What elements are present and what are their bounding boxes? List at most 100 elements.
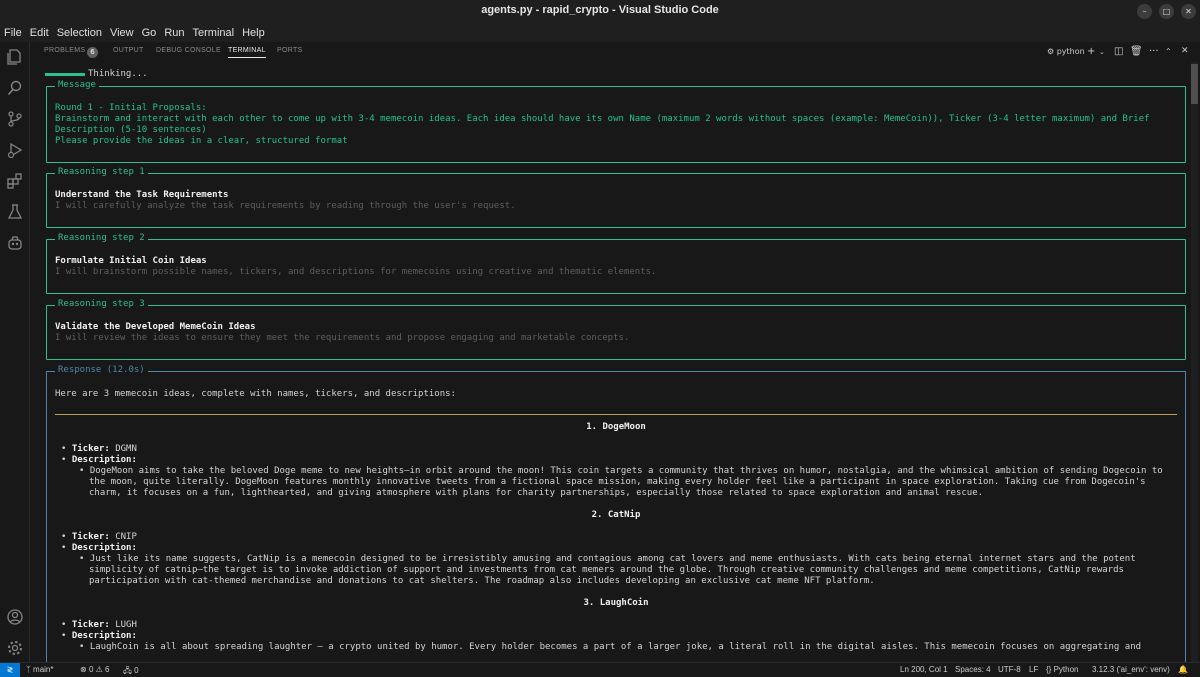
- menu-run[interactable]: Run: [164, 27, 184, 39]
- menu-terminal[interactable]: Terminal: [193, 27, 235, 39]
- window-title: agents.py - rapid_crypto - Visual Studio…: [481, 4, 719, 16]
- description-line: • Just like its name suggests, CatNip is…: [79, 554, 1136, 564]
- list-item: • Ticker: DGMN: [61, 444, 137, 454]
- tab-output[interactable]: OUTPUT: [113, 47, 144, 54]
- description-line: charm, it focuses on a fun, lighthearted…: [89, 488, 984, 498]
- description-line: • DogeMoon aims to take the beloved Doge…: [79, 466, 1163, 476]
- testing-icon[interactable]: [6, 203, 24, 221]
- source-control-icon[interactable]: [6, 110, 24, 128]
- explorer-icon[interactable]: [6, 48, 24, 66]
- description-line: simplicity of catnip—the target is to in…: [89, 565, 1124, 575]
- menu-view[interactable]: View: [110, 27, 134, 39]
- remote-indicator-icon[interactable]: ≷: [0, 663, 20, 677]
- status-bar: ≷ ᛉ main* ⊗ 0 ⚠ 6 🖧 0 Ln 200, Col 1 Spac…: [0, 662, 1200, 677]
- terminal-profile-label: python: [1056, 47, 1085, 56]
- terminal-profile-icon[interactable]: ⚙ python: [1047, 47, 1085, 56]
- coin-ticker: DGMN: [115, 444, 137, 454]
- branch-status[interactable]: ᛉ main*: [26, 665, 53, 674]
- problems-count-badge: 6: [87, 47, 98, 58]
- menu-help[interactable]: Help: [242, 27, 265, 39]
- description-text: LaughCoin is all about spreading laughte…: [89, 642, 1142, 652]
- list-item: • Description:: [61, 631, 137, 641]
- settings-gear-icon[interactable]: [6, 639, 24, 657]
- language-mode[interactable]: {} Python: [1046, 665, 1078, 674]
- tab-terminal[interactable]: TERMINAL: [228, 47, 266, 58]
- reasoning-step-panel: Reasoning step 3 Validate the Developed …: [46, 299, 1186, 360]
- extensions-icon[interactable]: [6, 172, 24, 190]
- search-icon[interactable]: [6, 79, 24, 97]
- reasoning-step-detail: I will brainstorm possible names, ticker…: [55, 267, 657, 277]
- problems-status[interactable]: ⊗ 0 ⚠ 6: [80, 665, 109, 674]
- list-item: • Description:: [61, 455, 137, 465]
- split-terminal-icon[interactable]: ◫: [1114, 46, 1123, 57]
- reasoning-step-title: Reasoning step 3: [55, 299, 148, 310]
- tab-debug-console[interactable]: DEBUG CONSOLE: [156, 47, 221, 54]
- thinking-text: Thinking...: [88, 69, 148, 79]
- tab-ports[interactable]: PORTS: [277, 47, 303, 54]
- menu-edit[interactable]: Edit: [30, 27, 49, 39]
- reasoning-step-heading: Formulate Initial Coin Ideas: [55, 256, 207, 266]
- run-debug-icon[interactable]: [6, 141, 24, 159]
- reasoning-step-title: Reasoning step 1: [55, 167, 148, 178]
- list-item: • Description:: [61, 543, 137, 553]
- terminal-scrollbar[interactable]: [1191, 62, 1198, 662]
- close-button[interactable]: ✕: [1181, 4, 1196, 19]
- message-line: Brainstorm and interact with each other …: [55, 114, 1150, 124]
- more-actions-icon[interactable]: ···: [1149, 46, 1159, 57]
- ports-count: 0: [134, 666, 139, 675]
- coin-ticker: LUGH: [115, 620, 137, 630]
- minimize-button[interactable]: –: [1137, 4, 1152, 19]
- chevron-down-icon[interactable]: ⌄: [1099, 48, 1105, 56]
- new-terminal-icon[interactable]: +: [1087, 46, 1095, 57]
- ticker-label: Ticker:: [71, 620, 110, 630]
- reasoning-step-heading: Understand the Task Requirements: [55, 190, 229, 200]
- close-panel-icon[interactable]: ✕: [1181, 46, 1189, 56]
- encoding-status[interactable]: UTF-8: [998, 665, 1021, 674]
- list-item: • Ticker: CNIP: [61, 532, 137, 542]
- menu-selection[interactable]: Selection: [57, 27, 102, 39]
- coin-ticker: CNIP: [115, 532, 137, 542]
- response-intro: Here are 3 memecoin ideas, complete with…: [55, 389, 456, 399]
- ports-status[interactable]: 🖧 0: [123, 665, 139, 677]
- copilot-icon[interactable]: [6, 234, 24, 252]
- account-icon[interactable]: [6, 608, 24, 626]
- terminal[interactable]: Thinking... Message Round 1 - Initial Pr…: [30, 62, 1190, 671]
- python-interpreter[interactable]: 3.12.3 ('ai_env': venv): [1092, 665, 1170, 674]
- ticker-label: Ticker:: [71, 444, 110, 454]
- title-bar: agents.py - rapid_crypto - Visual Studio…: [0, 0, 1200, 23]
- eol-status[interactable]: LF: [1029, 665, 1038, 674]
- menu-file[interactable]: File: [4, 27, 22, 39]
- description-label: Description:: [71, 455, 137, 465]
- scrollbar-thumb[interactable]: [1191, 64, 1198, 104]
- list-item: • Ticker: LUGH: [61, 620, 137, 630]
- message-line: Round 1 - Initial Proposals:: [55, 103, 207, 113]
- description-line: participation with cat-themed merchandis…: [89, 576, 875, 586]
- message-panel: Message Round 1 - Initial Proposals: Bra…: [46, 80, 1186, 163]
- description-text: DogeMoon aims to take the beloved Doge m…: [89, 466, 1163, 476]
- trash-icon[interactable]: 🗑: [1130, 46, 1143, 57]
- response-title: Response (12.0s): [55, 365, 148, 376]
- spinner-icon: [45, 73, 85, 76]
- error-count: 0: [88, 665, 94, 674]
- coin-heading: 1. DogeMoon: [586, 422, 646, 432]
- activity-bar: [0, 42, 30, 662]
- description-label: Description:: [71, 631, 137, 641]
- tab-problems[interactable]: PROBLEMS: [44, 47, 85, 54]
- reasoning-step-title: Reasoning step 2: [55, 233, 148, 244]
- notifications-bell-icon[interactable]: 🔔: [1178, 665, 1188, 674]
- cursor-position[interactable]: Ln 200, Col 1: [900, 665, 948, 674]
- message-line: Please provide the ideas in a clear, str…: [55, 136, 348, 146]
- menu-go[interactable]: Go: [142, 27, 157, 39]
- coin-heading: 2. CatNip: [591, 510, 641, 520]
- reasoning-step-heading: Validate the Developed MemeCoin Ideas: [55, 322, 256, 332]
- ticker-label: Ticker:: [71, 532, 110, 542]
- reasoning-step-panel: Reasoning step 1 Understand the Task Req…: [46, 167, 1186, 228]
- description-line: • LaughCoin is all about spreading laugh…: [79, 642, 1142, 652]
- description-line: the moon, quite literally. DogeMoon feat…: [89, 477, 1146, 487]
- menu-bar: File Edit Selection View Go Run Terminal…: [0, 23, 1200, 42]
- maximize-button[interactable]: □: [1159, 4, 1174, 19]
- maximize-panel-icon[interactable]: ⌃: [1165, 47, 1172, 56]
- description-label: Description:: [71, 543, 137, 553]
- indentation-status[interactable]: Spaces: 4: [955, 665, 991, 674]
- branch-name: main*: [33, 665, 54, 674]
